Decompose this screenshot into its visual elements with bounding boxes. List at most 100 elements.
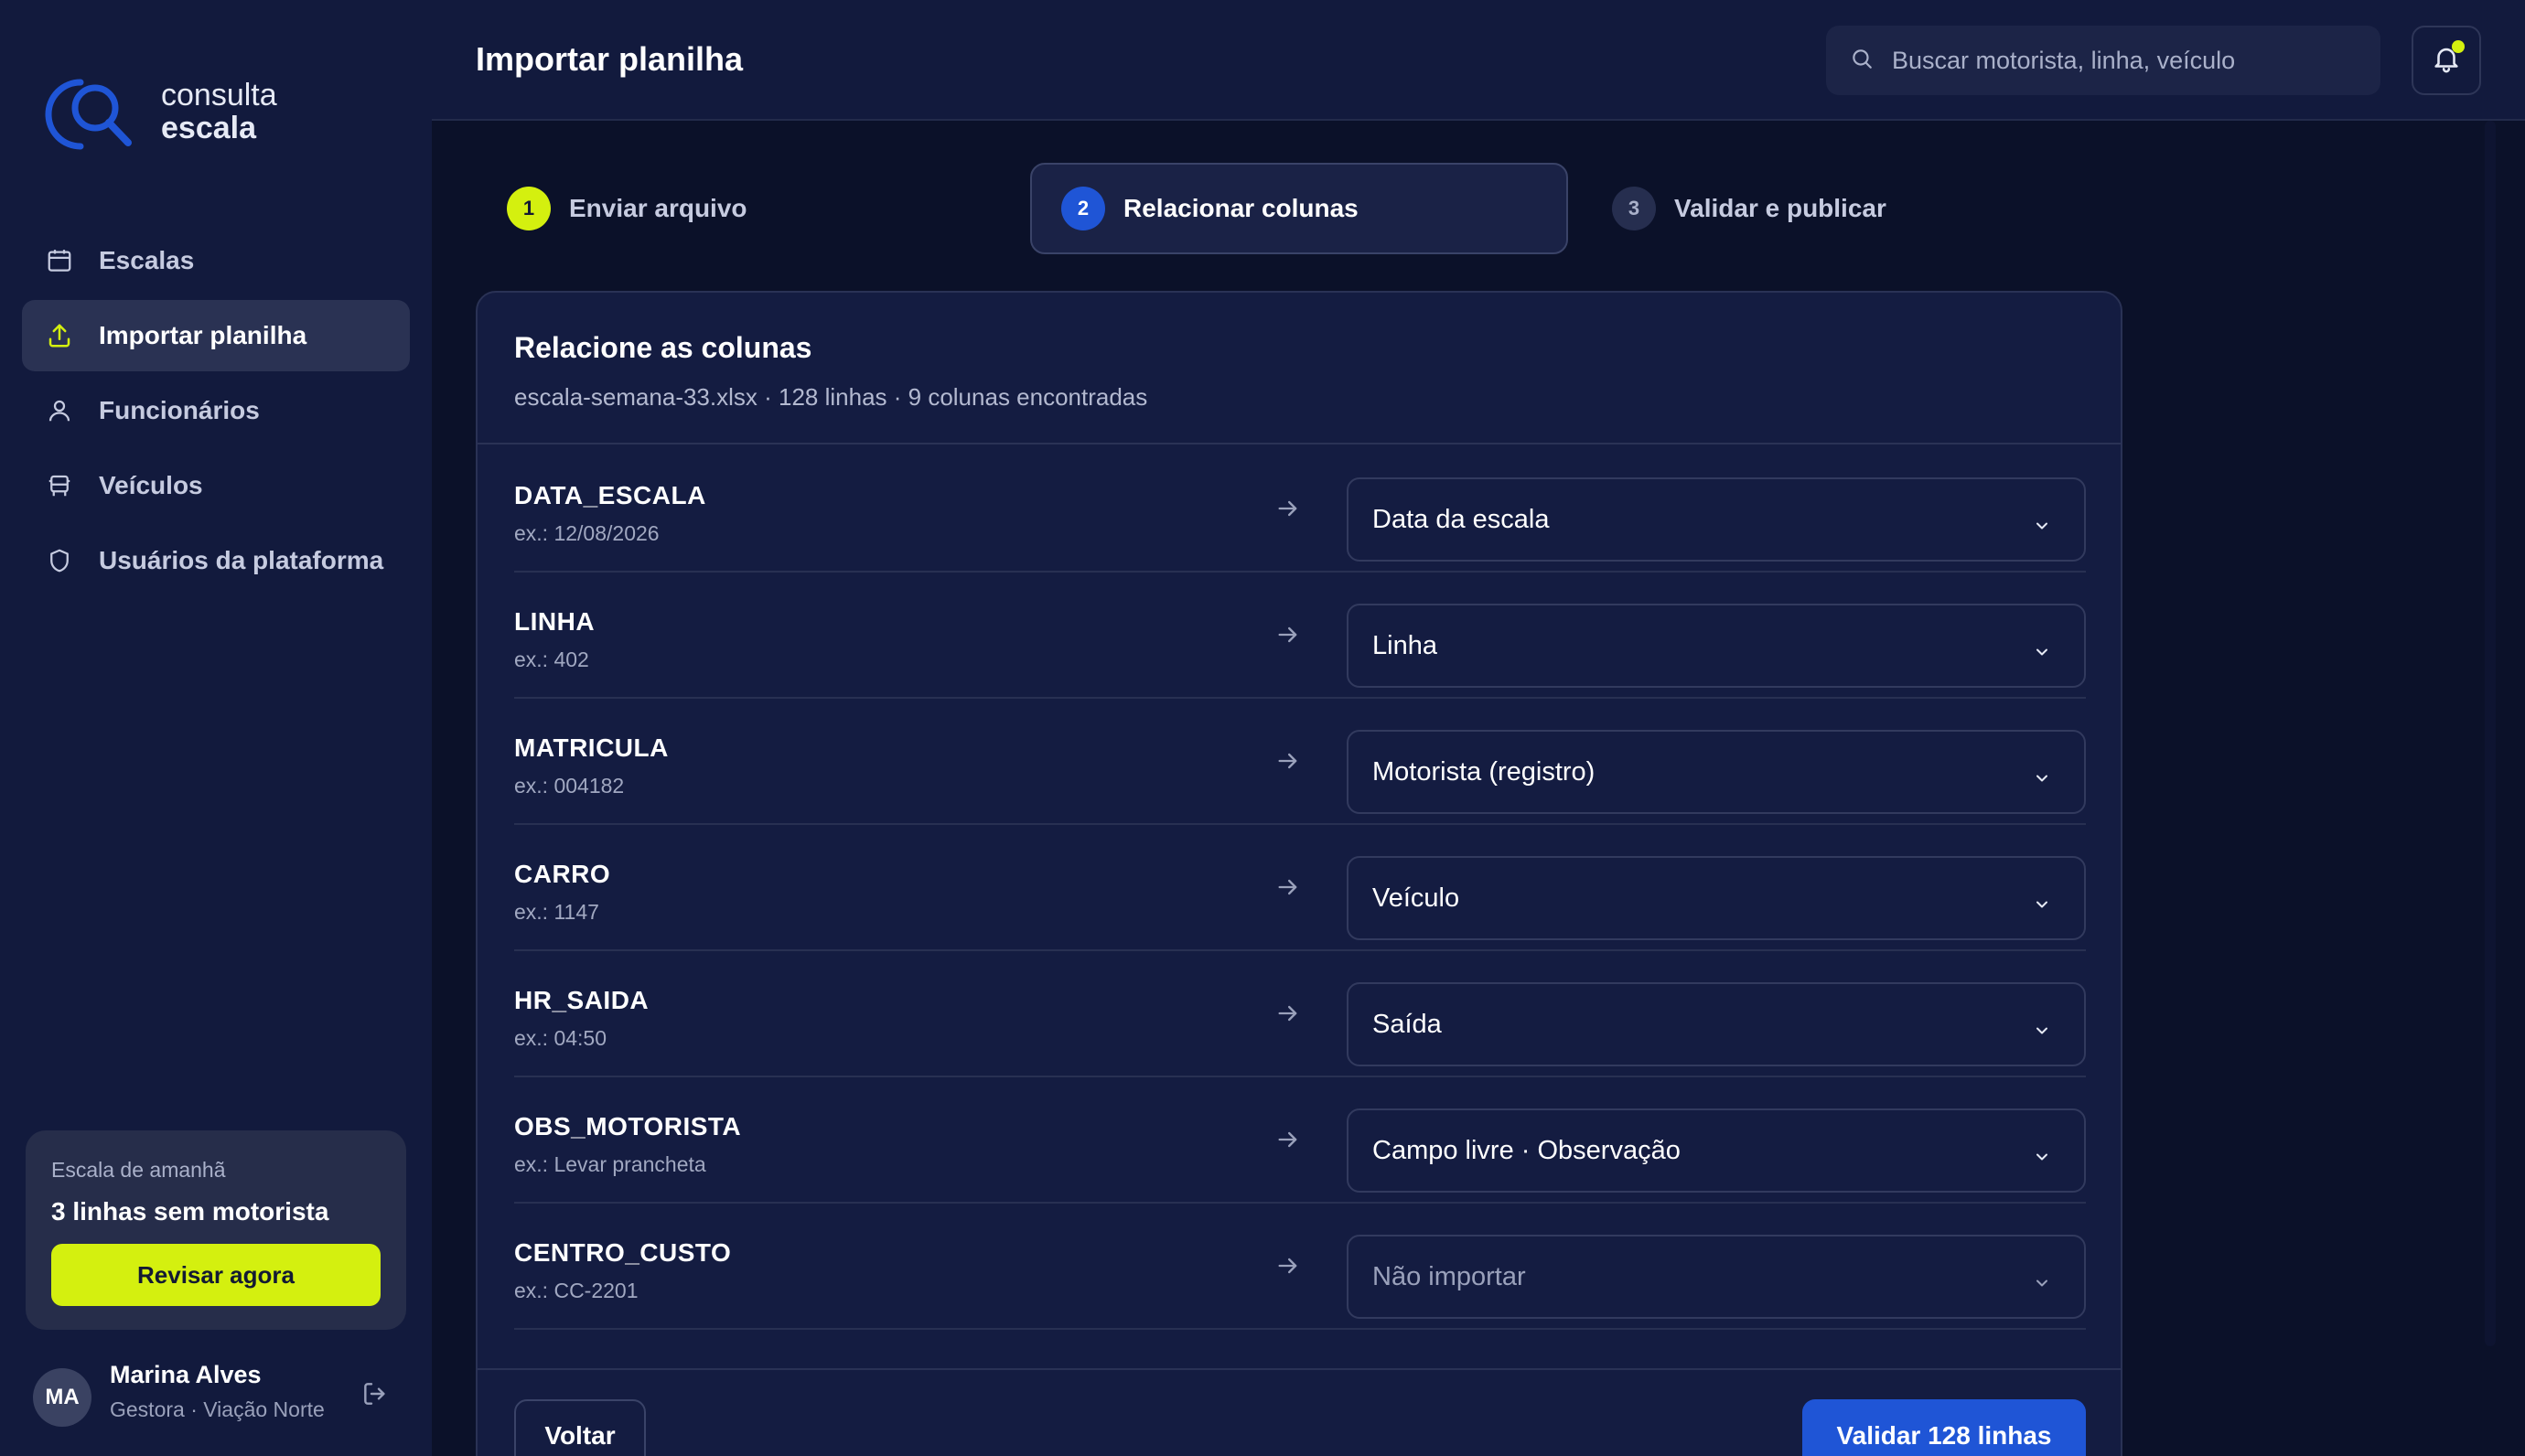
magnifier-logo-icon <box>45 79 132 150</box>
tomorrow-schedule-card: Escala de amanhã 3 linhas sem motorista … <box>26 1130 406 1330</box>
source-column-name: CARRO <box>514 860 611 888</box>
user-profile: MA Marina Alves Gestora · Viação Norte <box>33 1361 399 1427</box>
upload-icon <box>44 320 75 351</box>
shield-icon <box>44 545 75 576</box>
sidebar-item-label: Funcionários <box>99 396 260 424</box>
step-number: 3 <box>1612 187 1656 230</box>
brand-line-2: escala <box>161 111 256 145</box>
step-relacionar-colunas[interactable]: 2 Relacionar colunas <box>1030 163 1568 254</box>
brand-wordmark: consulta escala <box>161 79 277 145</box>
search-icon <box>1850 47 1874 75</box>
step-number: 1 <box>507 187 551 230</box>
card-header: Relacione as colunas escala-semana-33.xl… <box>478 293 2121 444</box>
sidebar-item-veiculos[interactable]: Veículos <box>22 450 410 521</box>
search-input[interactable] <box>1892 46 2368 75</box>
source-column-example: ex.: Levar prancheta <box>514 1152 706 1176</box>
chevron-down-icon <box>2033 1017 2051 1047</box>
file-summary: escala-semana-33.xlsx · 128 linhas · 9 c… <box>514 383 1148 411</box>
target-field-select[interactable]: Campo livre · Observação <box>1347 1108 2086 1193</box>
chevron-down-icon <box>2033 638 2051 669</box>
source-column-name: OBS_MOTORISTA <box>514 1112 742 1140</box>
notifications-button[interactable] <box>2412 26 2481 95</box>
source-column-name: MATRICULA <box>514 733 669 762</box>
source-column-name: HR_SAIDA <box>514 986 650 1014</box>
source-column-example: ex.: 004182 <box>514 774 625 798</box>
notification-badge <box>2452 40 2465 53</box>
arrow-right-icon <box>1275 1127 1301 1157</box>
mapping-row: HR_SAIDA ex.: 04:50 Saída <box>514 951 2086 1077</box>
arrow-right-icon <box>1275 748 1301 778</box>
promo-message: 3 linhas sem motorista <box>51 1197 329 1226</box>
page-scrollbar[interactable] <box>2485 121 2496 1346</box>
source-column-name: LINHA <box>514 607 596 636</box>
step-enviar-arquivo[interactable]: 1 Enviar arquivo <box>507 163 747 254</box>
card-title: Relacione as colunas <box>514 331 812 364</box>
validate-button[interactable]: Validar 128 linhas <box>1802 1399 2086 1456</box>
logout-icon[interactable] <box>360 1379 390 1413</box>
chevron-down-icon <box>2033 1143 2051 1173</box>
brand-line-1: consulta <box>161 78 277 112</box>
mapping-row: DATA_ESCALA ex.: 12/08/2026 Data da esca… <box>514 446 2086 573</box>
source-column-example: ex.: 402 <box>514 648 589 671</box>
mapping-row: CENTRO_CUSTO ex.: CC-2201 Não importar <box>514 1204 2086 1330</box>
top-header: Importar planilha <box>432 0 2525 121</box>
sidebar-item-label: Veículos <box>99 471 203 499</box>
sidebar-item-funcionarios[interactable]: Funcionários <box>22 375 410 446</box>
page-title: Importar planilha <box>476 40 744 78</box>
arrow-right-icon <box>1275 874 1301 905</box>
select-value: Data da escala <box>1372 504 1550 534</box>
target-field-select[interactable]: Data da escala <box>1347 477 2086 562</box>
step-validar-publicar[interactable]: 3 Validar e publicar <box>1612 163 1886 254</box>
source-column-example: ex.: 04:50 <box>514 1026 607 1050</box>
arrow-right-icon <box>1275 622 1301 652</box>
chevron-down-icon <box>2033 512 2051 542</box>
arrow-right-icon <box>1275 496 1301 526</box>
review-now-button[interactable]: Revisar agora <box>51 1244 381 1306</box>
select-value: Linha <box>1372 630 1437 660</box>
sidebar-item-label: Escalas <box>99 246 195 274</box>
sidebar-item-label: Importar planilha <box>99 321 307 349</box>
step-label: Validar e publicar <box>1674 194 1886 222</box>
search-box[interactable] <box>1826 26 2380 95</box>
chevron-down-icon <box>2033 765 2051 795</box>
select-value: Saída <box>1372 1009 1442 1039</box>
select-value: Motorista (registro) <box>1372 756 1596 787</box>
source-column-example: ex.: 1147 <box>514 900 599 924</box>
sidebar-nav: Escalas Importar planilha Funcionários V… <box>22 225 410 600</box>
target-field-select[interactable]: Linha <box>1347 604 2086 688</box>
user-name: Marina Alves <box>110 1361 262 1388</box>
source-column-name: CENTRO_CUSTO <box>514 1238 732 1267</box>
step-number: 2 <box>1061 187 1105 230</box>
avatar[interactable]: MA <box>33 1368 91 1427</box>
mapping-list: DATA_ESCALA ex.: 12/08/2026 Data da esca… <box>514 446 2086 1330</box>
target-field-select[interactable]: Motorista (registro) <box>1347 730 2086 814</box>
select-value: Campo livre · Observação <box>1372 1135 1681 1165</box>
user-role: Gestora · Viação Norte <box>110 1397 325 1421</box>
target-field-select[interactable]: Veículo <box>1347 856 2086 940</box>
sidebar-item-escalas[interactable]: Escalas <box>22 225 410 296</box>
promo-caption: Escala de amanhã <box>51 1158 226 1182</box>
source-column-example: ex.: CC-2201 <box>514 1279 639 1302</box>
sidebar-item-label: Usuários da plataforma <box>99 546 384 574</box>
select-value: Não importar <box>1372 1261 1526 1291</box>
mapping-row: OBS_MOTORISTA ex.: Levar prancheta Campo… <box>514 1077 2086 1204</box>
sidebar-item-usuarios-plataforma[interactable]: Usuários da plataforma <box>22 525 410 596</box>
target-field-select[interactable]: Não importar <box>1347 1235 2086 1319</box>
mapping-row: MATRICULA ex.: 004182 Motorista (registr… <box>514 699 2086 825</box>
mapping-row: LINHA ex.: 402 Linha <box>514 573 2086 699</box>
user-icon <box>44 395 75 426</box>
back-button[interactable]: Voltar <box>514 1399 646 1456</box>
sidebar: consulta escala Escalas Importar planilh… <box>0 0 432 1456</box>
arrow-right-icon <box>1275 1001 1301 1031</box>
calendar-icon <box>44 245 75 276</box>
bus-icon <box>44 470 75 501</box>
sidebar-item-importar-planilha[interactable]: Importar planilha <box>22 300 410 371</box>
arrow-right-icon <box>1275 1253 1301 1283</box>
step-label: Relacionar colunas <box>1123 194 1359 222</box>
step-label: Enviar arquivo <box>569 194 747 222</box>
target-field-select[interactable]: Saída <box>1347 982 2086 1066</box>
mapping-row: CARRO ex.: 1147 Veículo <box>514 825 2086 951</box>
chevron-down-icon <box>2033 891 2051 921</box>
brand-logo[interactable]: consulta escala <box>44 73 318 155</box>
select-value: Veículo <box>1372 883 1460 913</box>
